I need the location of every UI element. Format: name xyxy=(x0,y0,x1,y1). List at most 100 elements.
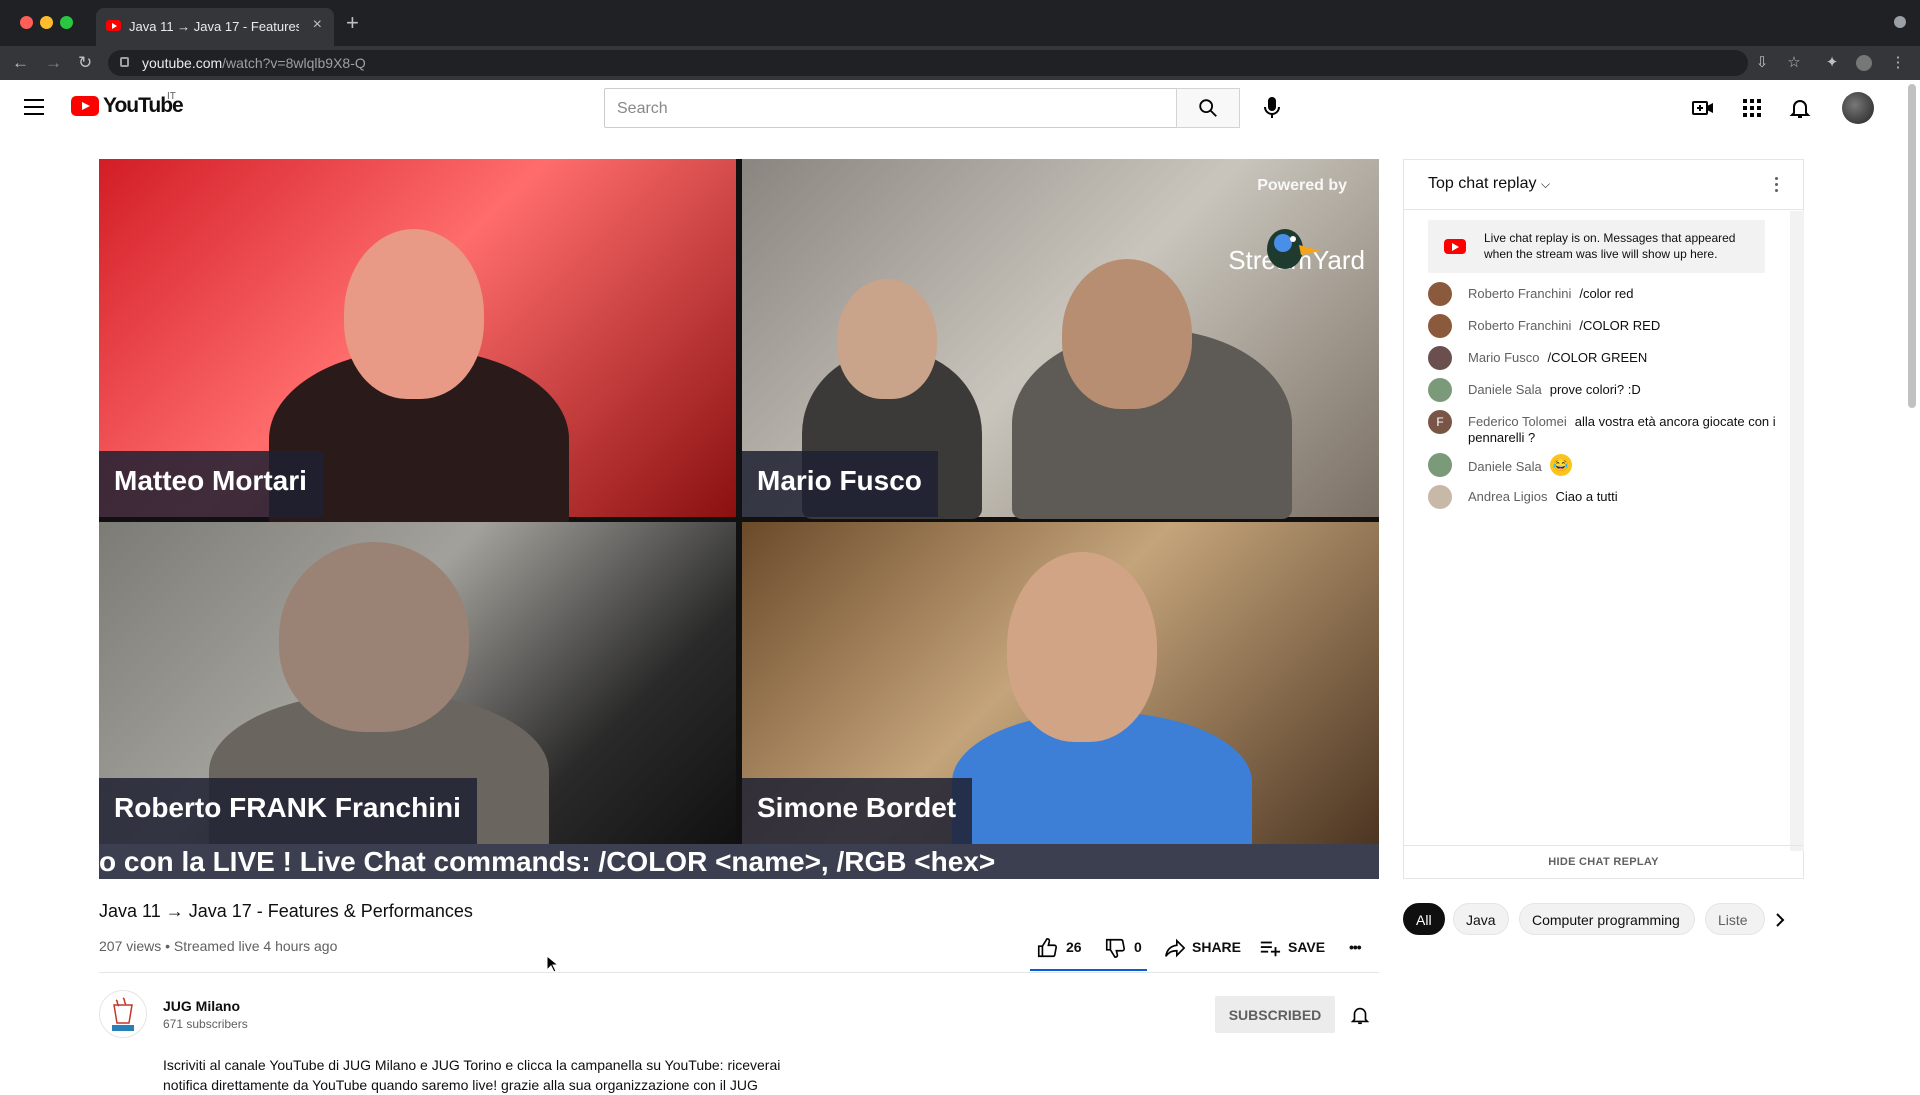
chat-message-text: /COLOR GREEN xyxy=(1547,350,1648,365)
account-avatar[interactable] xyxy=(1842,92,1874,124)
chat-message-body: Federico Tolomei alla vostra età ancora g… xyxy=(1468,414,1778,446)
youtube-logo-icon[interactable] xyxy=(71,96,99,116)
install-app-icon[interactable]: ⇩ xyxy=(1754,55,1770,71)
thumbs-down-icon xyxy=(1105,938,1125,958)
chat-message-body: Daniele Sala prove colori? :D xyxy=(1468,382,1778,398)
dislike-button[interactable]: 0 xyxy=(1104,937,1144,958)
video-description: Iscriviti al canale YouTube di JUG Milan… xyxy=(163,1057,781,1093)
chat-mode-dropdown[interactable]: Top chat replay ⌵ xyxy=(1428,175,1550,193)
like-ratio-bar xyxy=(1030,969,1147,971)
more-actions-icon: ••• xyxy=(1349,939,1362,955)
voice-search-button[interactable] xyxy=(1252,88,1292,128)
chat-author-avatar[interactable]: F xyxy=(1428,410,1452,434)
chat-author-name[interactable]: Roberto Franchini xyxy=(1468,286,1571,301)
chat-mode-label: Top chat replay xyxy=(1428,175,1537,192)
save-button[interactable]: SAVE xyxy=(1259,937,1329,957)
mouse-cursor-icon xyxy=(546,955,560,973)
streamyard-duck-icon xyxy=(1267,229,1321,269)
chat-author-name[interactable]: Roberto Franchini xyxy=(1468,318,1571,333)
chip-liste[interactable]: Liste xyxy=(1705,903,1765,935)
video-meta: 207 views • Streamed live 4 hours ago xyxy=(99,938,338,954)
like-button[interactable]: 26 xyxy=(1036,937,1086,958)
chat-author-name[interactable]: Mario Fusco xyxy=(1468,350,1540,365)
chat-author-avatar[interactable] xyxy=(1428,282,1452,306)
chat-author-avatar[interactable] xyxy=(1428,453,1452,477)
chat-author-avatar[interactable] xyxy=(1428,346,1452,370)
share-button[interactable]: SHARE xyxy=(1164,937,1244,958)
address-bar[interactable]: youtube.com/watch?v=8wlqlb9X8-Q xyxy=(108,50,1748,76)
hide-chat-replay-button[interactable]: HIDE CHAT REPLAY xyxy=(1404,845,1803,878)
profile-icon[interactable] xyxy=(1856,55,1872,71)
participant-face xyxy=(1062,259,1192,409)
subscribed-button[interactable]: SUBSCRIBED xyxy=(1215,996,1335,1033)
url-path: /watch?v=8wlqlb9X8-Q xyxy=(222,55,366,71)
create-video-icon[interactable] xyxy=(1691,96,1715,120)
participant-name-4: Simone Bordet xyxy=(742,778,973,844)
close-window-button[interactable] xyxy=(20,16,33,29)
youtube-icon xyxy=(1444,239,1466,254)
chat-more-options-icon[interactable] xyxy=(1775,177,1779,193)
tab-search-icon[interactable] xyxy=(1894,16,1906,28)
chat-author-name[interactable]: Andrea Ligios xyxy=(1468,489,1548,504)
video-player[interactable]: Matteo Mortari Powered by StreamYard Mar… xyxy=(99,159,1379,879)
apps-grid-icon[interactable] xyxy=(1740,96,1764,120)
chip-computer-programming[interactable]: Computer programming xyxy=(1519,903,1695,935)
jug-logo-icon xyxy=(112,997,134,1031)
chat-author-avatar[interactable] xyxy=(1428,378,1452,402)
youtube-header: YouTube IT Search xyxy=(0,80,1920,136)
more-actions-button[interactable]: ••• xyxy=(1349,937,1373,957)
save-label: SAVE xyxy=(1288,939,1326,955)
chat-message-body: Roberto Franchini/COLOR RED xyxy=(1468,318,1778,334)
participant-tile-1: Matteo Mortari xyxy=(99,159,736,529)
tab-title: Java 11 → Java 17 - Features & xyxy=(129,19,299,34)
channel-avatar[interactable] xyxy=(99,990,147,1038)
browser-menu-icon[interactable]: ⋮ xyxy=(1890,55,1906,71)
chat-author-avatar[interactable] xyxy=(1428,314,1452,338)
country-code: IT xyxy=(167,91,176,102)
subscriber-count: 671 subscribers xyxy=(163,1017,248,1031)
participant-tile-3: Roberto FRANK Franchini xyxy=(99,522,736,852)
url-host: youtube.com xyxy=(142,55,223,71)
chat-replay-banner: Live chat replay is on. Messages that ap… xyxy=(1428,220,1765,273)
share-arrow-icon xyxy=(1165,938,1186,958)
chat-author-name[interactable]: Daniele Sala xyxy=(1468,382,1542,397)
bookmark-star-icon[interactable]: ☆ xyxy=(1786,55,1802,71)
notifications-bell-icon[interactable] xyxy=(1788,96,1812,120)
chat-message-text: prove colori? :D xyxy=(1549,382,1641,397)
reload-icon[interactable]: ↻ xyxy=(78,53,92,73)
channel-name[interactable]: JUG Milano xyxy=(163,998,240,1014)
participant-tile-2: Powered by StreamYard Mario Fusco xyxy=(742,159,1379,519)
chat-author-name[interactable]: Federico Tolomei xyxy=(1468,414,1567,429)
laughing-emoji-icon: 😂 xyxy=(1549,454,1572,476)
maximize-window-button[interactable] xyxy=(60,16,73,29)
new-tab-button[interactable]: + xyxy=(346,10,359,36)
forward-icon[interactable]: → xyxy=(45,53,62,73)
page-scrollbar[interactable] xyxy=(1908,84,1916,408)
chat-message-body: Roberto Franchini/color red xyxy=(1468,286,1778,302)
chat-author-name[interactable]: Daniele Sala xyxy=(1468,459,1542,474)
chip-all[interactable]: All xyxy=(1403,903,1445,935)
extensions-icon[interactable]: ✦ xyxy=(1824,55,1840,71)
participant-face xyxy=(279,542,469,732)
search-input[interactable]: Search xyxy=(604,88,1177,128)
chip-java[interactable]: Java xyxy=(1453,903,1509,935)
url-text[interactable]: youtube.com/watch?v=8wlqlb9X8-Q xyxy=(142,55,366,71)
chat-scrollbar[interactable] xyxy=(1790,211,1804,851)
search-icon xyxy=(1199,99,1217,117)
browser-tab[interactable]: Java 11 → Java 17 - Features & × xyxy=(96,8,334,46)
participant-face xyxy=(1007,552,1157,742)
lock-icon xyxy=(120,57,129,67)
back-icon[interactable]: ← xyxy=(12,53,29,73)
participant-name-1: Matteo Mortari xyxy=(99,451,323,517)
menu-icon[interactable] xyxy=(24,99,44,115)
tab-close-icon[interactable]: × xyxy=(313,16,322,34)
microphone-icon xyxy=(1264,97,1280,118)
chevron-right-icon[interactable] xyxy=(1766,906,1794,934)
search-button[interactable] xyxy=(1176,88,1240,128)
participant-name-3: Roberto FRANK Franchini xyxy=(99,778,477,844)
minimize-window-button[interactable] xyxy=(40,16,53,29)
chat-author-avatar[interactable] xyxy=(1428,485,1452,509)
participant-name-2: Mario Fusco xyxy=(742,451,938,517)
channel-notifications-bell-icon[interactable] xyxy=(1349,1003,1371,1027)
like-ratio-fill xyxy=(1030,969,1147,971)
